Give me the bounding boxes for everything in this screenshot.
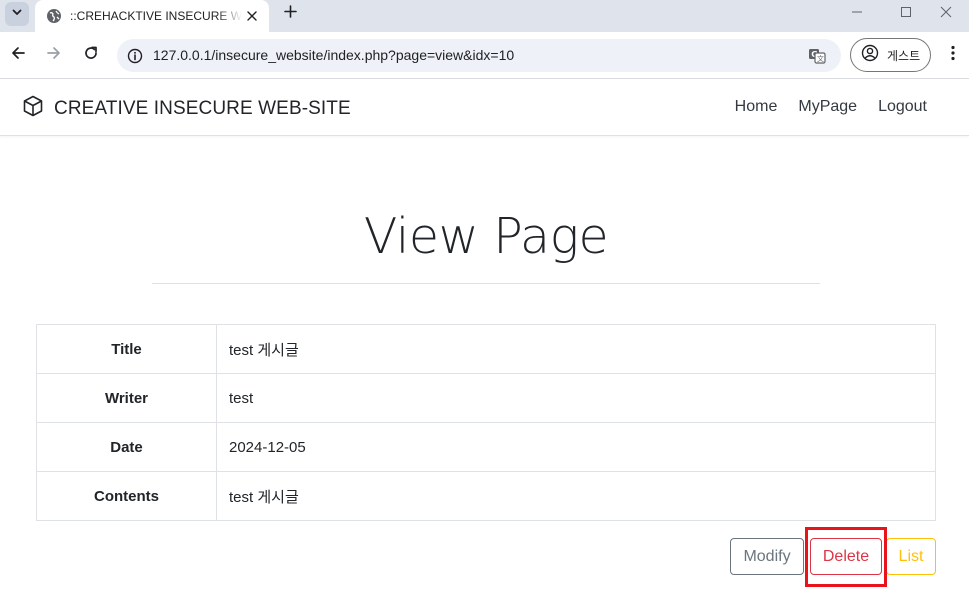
list-button[interactable]: List (886, 538, 936, 575)
minimize-button[interactable] (834, 0, 880, 28)
row-label-contents: Contents (36, 471, 217, 521)
nav-logout-link[interactable]: Logout (878, 98, 927, 116)
window-close-button[interactable] (923, 0, 969, 28)
row-value-date: 2024-12-05 (216, 422, 936, 472)
close-icon (940, 5, 952, 23)
row-value-contents: test 게시글 (216, 471, 936, 521)
translate-icon[interactable]: G文 (807, 46, 827, 66)
browser-tab[interactable]: ::CREHACKTIVE INSECURE WEB-SITE:: (35, 0, 269, 32)
browser-menu-button[interactable] (942, 43, 964, 67)
site-navbar: CREATIVE INSECURE WEB-SITE Home MyPage L… (0, 80, 969, 136)
page-heading: View Page (152, 198, 820, 284)
table-row: Title test 게시글 (36, 324, 936, 374)
nav-home-link[interactable]: Home (735, 98, 778, 116)
page-title: View Page (363, 208, 609, 265)
browser-toolbar: 127.0.0.1/insecure_website/index.php?pag… (0, 32, 969, 79)
address-bar[interactable]: 127.0.0.1/insecure_website/index.php?pag… (117, 39, 841, 72)
reload-icon (83, 45, 99, 66)
arrow-left-icon (10, 45, 26, 66)
delete-button[interactable]: Delete (810, 538, 882, 575)
nav-links: Home MyPage Logout (735, 98, 927, 116)
row-label-writer: Writer (36, 373, 217, 423)
globe-icon (46, 8, 62, 24)
forward-button[interactable] (42, 43, 66, 67)
table-row: Date 2024-12-05 (36, 422, 936, 472)
url-text[interactable]: 127.0.0.1/insecure_website/index.php?pag… (153, 47, 514, 63)
back-button[interactable] (6, 43, 30, 67)
table-row: Writer test (36, 373, 936, 423)
reload-button[interactable] (79, 43, 103, 67)
cube-icon (22, 95, 44, 122)
kebab-menu-icon (951, 45, 955, 66)
brand-text: CREATIVE INSECURE WEB-SITE (54, 97, 351, 119)
chevron-down-icon (11, 5, 23, 23)
row-label-date: Date (36, 422, 217, 472)
new-tab-button[interactable] (279, 3, 301, 25)
modify-button[interactable]: Modify (730, 538, 804, 575)
tab-search-button[interactable] (5, 2, 29, 26)
table-row: Contents test 게시글 (36, 471, 936, 521)
close-icon[interactable] (243, 7, 261, 25)
svg-text:文: 文 (817, 54, 824, 63)
plus-icon (283, 5, 297, 23)
info-icon[interactable] (125, 46, 145, 66)
tab-title: ::CREHACKTIVE INSECURE WEB-SITE:: (70, 9, 242, 23)
tab-strip: ::CREHACKTIVE INSECURE WEB-SITE:: (0, 0, 969, 32)
minimize-icon (851, 5, 863, 23)
nav-mypage-link[interactable]: MyPage (798, 98, 857, 116)
row-value-title: test 게시글 (216, 324, 936, 374)
profile-button[interactable]: 게스트 (850, 38, 931, 72)
post-view-table: Title test 게시글 Writer test Date 2024-12-… (36, 324, 936, 521)
maximize-icon (900, 5, 912, 23)
arrow-right-icon (46, 45, 62, 66)
row-value-writer: test (216, 373, 936, 423)
brand-link[interactable]: CREATIVE INSECURE WEB-SITE (22, 95, 351, 122)
row-label-title: Title (36, 324, 217, 374)
account-icon (861, 44, 879, 67)
profile-label: 게스트 (887, 48, 921, 63)
